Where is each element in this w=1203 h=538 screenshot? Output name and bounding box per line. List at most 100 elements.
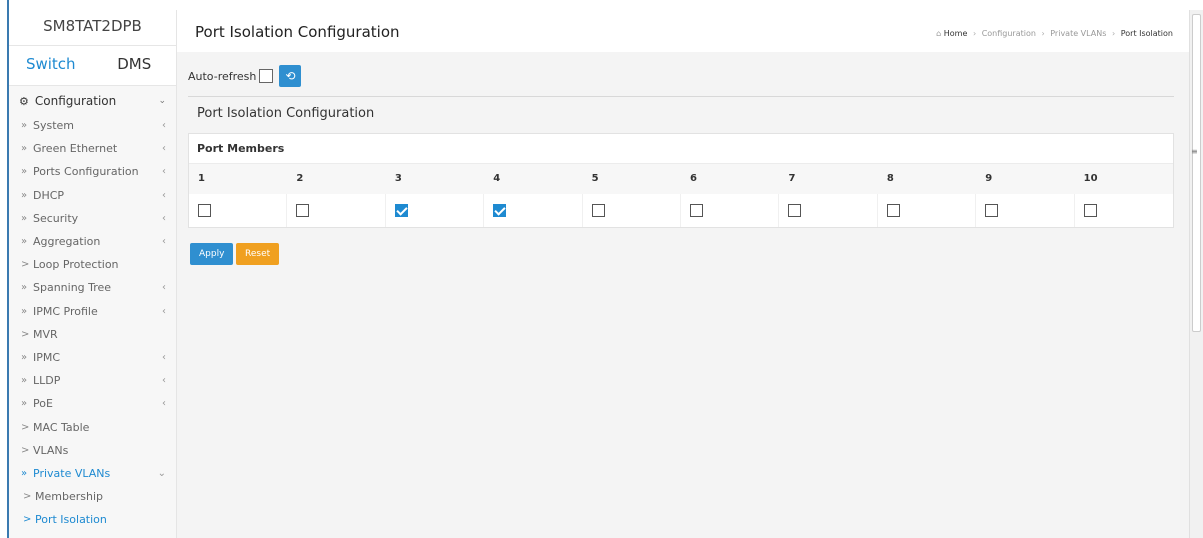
breadcrumb-private-vlans[interactable]: Private VLANs (1050, 29, 1106, 38)
sidebar-item-label: Spanning Tree (33, 281, 112, 295)
sidebar-item-ports-configuration[interactable]: » Ports Configuration ‹ (9, 160, 176, 183)
chevron-left-icon: ‹ (162, 143, 166, 155)
port-number-10: 10 (1083, 173, 1098, 184)
sidebar-item-poe[interactable]: » PoE ‹ (9, 392, 176, 415)
page-title: Port Isolation Configuration (195, 23, 400, 41)
chevron-left-icon: ‹ (162, 236, 166, 248)
sidebar-item-prefix-icon: > (21, 421, 30, 433)
scrollbar-thumb[interactable] (1192, 14, 1201, 332)
refresh-button[interactable]: ⟲ (279, 65, 302, 87)
reset-button[interactable]: Reset (236, 243, 280, 265)
port-cell-2 (287, 194, 386, 227)
port-number-row: 1 2 3 4 5 6 7 8 9 10 (189, 164, 1173, 194)
sidebar-section-configuration[interactable]: ⚙ Configuration ⌄ (9, 88, 176, 114)
sidebar-section-label: Configuration (34, 94, 117, 108)
sidebar-item-private-vlans[interactable]: » Private VLANs ⌄ (9, 462, 176, 485)
sidebar: SM8TAT2DPB Switch DMS ⚙ Configuration ⌄ … (9, 10, 177, 538)
port-8-checkbox[interactable] (886, 204, 900, 217)
port-7-checkbox[interactable] (788, 204, 802, 217)
divider (188, 96, 1174, 97)
sidebar-item-prefix-icon: » (21, 375, 28, 387)
sidebar-item-loop-protection[interactable]: > Loop Protection (9, 253, 176, 276)
breadcrumb-home[interactable]: Home (944, 29, 968, 38)
sidebar-item-label: DHCP (33, 188, 65, 202)
chevron-left-icon: ‹ (162, 189, 166, 201)
sidebar-subitem-prefix-icon: > (23, 514, 32, 526)
sidebar-subitem-label: Port Isolation (35, 513, 107, 527)
port-number-5: 5 (591, 173, 599, 184)
sidebar-item-system[interactable]: » System ‹ (9, 114, 176, 137)
sidebar-subitem-port-isolation[interactable]: > Port Isolation (9, 508, 176, 531)
port-6-checkbox[interactable] (690, 204, 704, 217)
sidebar-item-spanning-tree[interactable]: » Spanning Tree ‹ (9, 276, 176, 299)
auto-refresh-label: Auto-refresh (188, 69, 257, 83)
sidebar-item-label: Green Ethernet (33, 142, 118, 156)
sidebar-item-green-ethernet[interactable]: » Green Ethernet ‹ (9, 137, 176, 160)
port-1-checkbox[interactable] (198, 204, 211, 217)
sidebar-item-prefix-icon: » (21, 282, 28, 294)
sidebar-item-prefix-icon: » (21, 398, 28, 410)
port-4-checkbox[interactable] (493, 204, 507, 217)
port-cell-4 (484, 194, 583, 227)
port-cell-10 (1075, 194, 1173, 227)
main-content: Port Isolation Configuration ⌂ Home › Co… (177, 10, 1189, 538)
sidebar-item-ipmc[interactable]: » IPMC ‹ (9, 346, 176, 369)
port-3-checkbox[interactable] (394, 204, 408, 217)
port-checkbox-row (189, 194, 1173, 227)
port-number-2: 2 (296, 173, 304, 184)
sidebar-item-mac-table[interactable]: > MAC Table (9, 415, 176, 438)
refresh-icon: ⟲ (285, 69, 296, 83)
chevron-left-icon: ‹ (162, 166, 166, 178)
gear-icon: ⚙ (19, 94, 29, 108)
sidebar-item-vlans[interactable]: > VLANs (9, 439, 176, 462)
port-cell-7 (779, 194, 878, 227)
port-number-7: 7 (788, 173, 796, 184)
port-number-4: 4 (493, 173, 501, 184)
port-number-6: 6 (690, 173, 697, 184)
port-5-checkbox[interactable] (591, 204, 605, 217)
chevron-left-icon: ‹ (162, 120, 166, 132)
sidebar-item-prefix-icon: » (21, 189, 28, 201)
sidebar-item-prefix-icon: » (21, 120, 28, 132)
brand-title: SM8TAT2DPB (9, 10, 176, 46)
sidebar-item-label: System (33, 119, 75, 133)
sidebar-item-prefix-icon: > (21, 328, 30, 340)
port-number-8: 8 (886, 173, 894, 184)
chevron-left-icon: ‹ (162, 305, 166, 317)
sidebar-item-label: Loop Protection (33, 258, 119, 272)
port-number-9: 9 (985, 173, 993, 184)
auto-refresh-checkbox[interactable] (259, 69, 274, 83)
sidebar-item-lldp[interactable]: » LLDP ‹ (9, 369, 176, 392)
breadcrumb-separator: › (1111, 29, 1116, 38)
sidebar-item-label: PoE (33, 397, 53, 411)
sidebar-subitem-membership[interactable]: > Membership (9, 485, 176, 508)
port-cell-5 (583, 194, 682, 227)
port-members-panel: Port Members 1 2 3 4 5 6 7 8 9 10 (188, 133, 1174, 228)
sidebar-item-security[interactable]: » Security ‹ (9, 207, 176, 230)
breadcrumb-configuration[interactable]: Configuration (982, 29, 1036, 38)
sidebar-item-dhcp[interactable]: » DHCP ‹ (9, 184, 176, 207)
sidebar-item-label: LLDP (33, 374, 61, 388)
sidebar-item-label: IPMC Profile (33, 304, 98, 318)
tab-dms[interactable]: DMS (93, 46, 177, 85)
chevron-left-icon: ‹ (162, 351, 166, 363)
port-10-checkbox[interactable] (1083, 204, 1097, 217)
sidebar-tabs: Switch DMS (9, 46, 176, 86)
sidebar-item-prefix-icon: » (21, 212, 28, 224)
sidebar-item-mvr[interactable]: > MVR (9, 323, 176, 346)
sidebar-item-ipmc-profile[interactable]: » IPMC Profile ‹ (9, 300, 176, 323)
home-icon: ⌂ (936, 29, 942, 38)
scrollbar[interactable]: ≡ (1189, 10, 1203, 538)
sidebar-item-label: MVR (33, 327, 58, 341)
sidebar-item-prefix-icon: » (21, 166, 28, 178)
apply-button[interactable]: Apply (190, 243, 234, 265)
port-9-checkbox[interactable] (985, 204, 999, 217)
tab-switch[interactable]: Switch (9, 46, 93, 85)
breadcrumb-separator: › (972, 29, 977, 38)
chevron-left-icon: ‹ (162, 398, 166, 410)
port-cell-8 (878, 194, 977, 227)
port-2-checkbox[interactable] (296, 204, 310, 217)
chevron-left-icon: ‹ (162, 375, 166, 387)
sidebar-item-prefix-icon: » (21, 236, 28, 248)
sidebar-item-aggregation[interactable]: » Aggregation ‹ (9, 230, 176, 253)
